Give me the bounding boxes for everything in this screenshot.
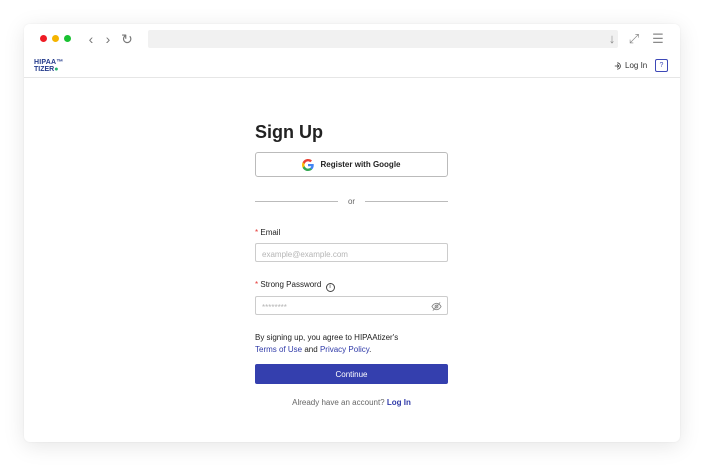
forward-icon[interactable]: › (101, 31, 115, 47)
browser-window: ‹ › ↻ ↓ ⤢ ☰ HIPAA™ TIZER● Log In ? Sign … (24, 24, 680, 442)
back-icon[interactable]: ‹ (84, 31, 98, 47)
login-prompt-text: Already have an account? (292, 398, 385, 407)
required-marker: * (255, 280, 259, 289)
eye-slash-icon[interactable] (431, 301, 442, 312)
password-label: * Strong Password i (255, 280, 335, 292)
logo-trademark: ™ (56, 59, 64, 66)
continue-button[interactable]: Continue (255, 364, 448, 384)
header-login-label: Log In (625, 61, 648, 70)
minimize-window-dot[interactable] (52, 35, 59, 42)
password-field-wrapper (255, 296, 448, 316)
required-marker: * (255, 228, 259, 237)
close-window-dot[interactable] (40, 35, 47, 42)
reload-icon[interactable]: ↻ (120, 31, 134, 47)
register-google-button[interactable]: Register with Google (255, 152, 448, 177)
terms-prefix: By signing up, you agree to HIPAAtizer's (255, 333, 399, 342)
terms-and: and (304, 345, 318, 354)
email-field-wrapper (255, 243, 448, 263)
divider-line-right (365, 201, 448, 202)
help-button[interactable]: ? (655, 59, 668, 72)
login-link[interactable]: Log In (387, 398, 411, 407)
email-label: * Email (255, 228, 280, 237)
maximize-window-dot[interactable] (64, 35, 71, 42)
logo-text-top: HIPAA (34, 59, 57, 66)
login-icon (614, 62, 621, 70)
google-icon (302, 158, 315, 171)
terms-suffix: . (369, 345, 372, 354)
expand-icon[interactable]: ⤢ (626, 31, 642, 47)
menu-icon[interactable]: ☰ (650, 31, 666, 47)
terms-text: By signing up, you agree to HIPAAtizer's… (255, 332, 448, 356)
logo-dot-icon: ● (54, 66, 59, 73)
logo-text-bottom: TIZER (34, 66, 55, 73)
main-content: Sign Up Register with Google or * Email (24, 78, 680, 442)
app-header: HIPAA™ TIZER● Log In ? (24, 54, 680, 78)
password-label-text: Strong Password (260, 280, 322, 289)
or-divider: or (255, 197, 448, 207)
download-icon[interactable]: ↓ (604, 31, 620, 47)
divider-text: or (347, 197, 356, 206)
privacy-policy-link[interactable]: Privacy Policy (320, 345, 369, 354)
page-title: Sign Up (255, 122, 323, 142)
info-icon[interactable]: i (325, 283, 335, 292)
email-field[interactable] (256, 246, 447, 263)
help-icon: ? (659, 62, 664, 69)
header-login-link[interactable]: Log In (614, 60, 647, 72)
address-bar[interactable] (148, 30, 618, 48)
login-prompt: Already have an account? Log In (255, 398, 448, 407)
password-field[interactable] (256, 299, 447, 316)
hipaatizer-logo[interactable]: HIPAA™ TIZER● (34, 59, 64, 73)
email-label-text: Email (260, 228, 281, 237)
terms-of-use-link[interactable]: Terms of Use (255, 345, 302, 354)
register-google-label: Register with Google (320, 160, 401, 169)
browser-chrome: ‹ › ↻ ↓ ⤢ ☰ (24, 24, 680, 54)
